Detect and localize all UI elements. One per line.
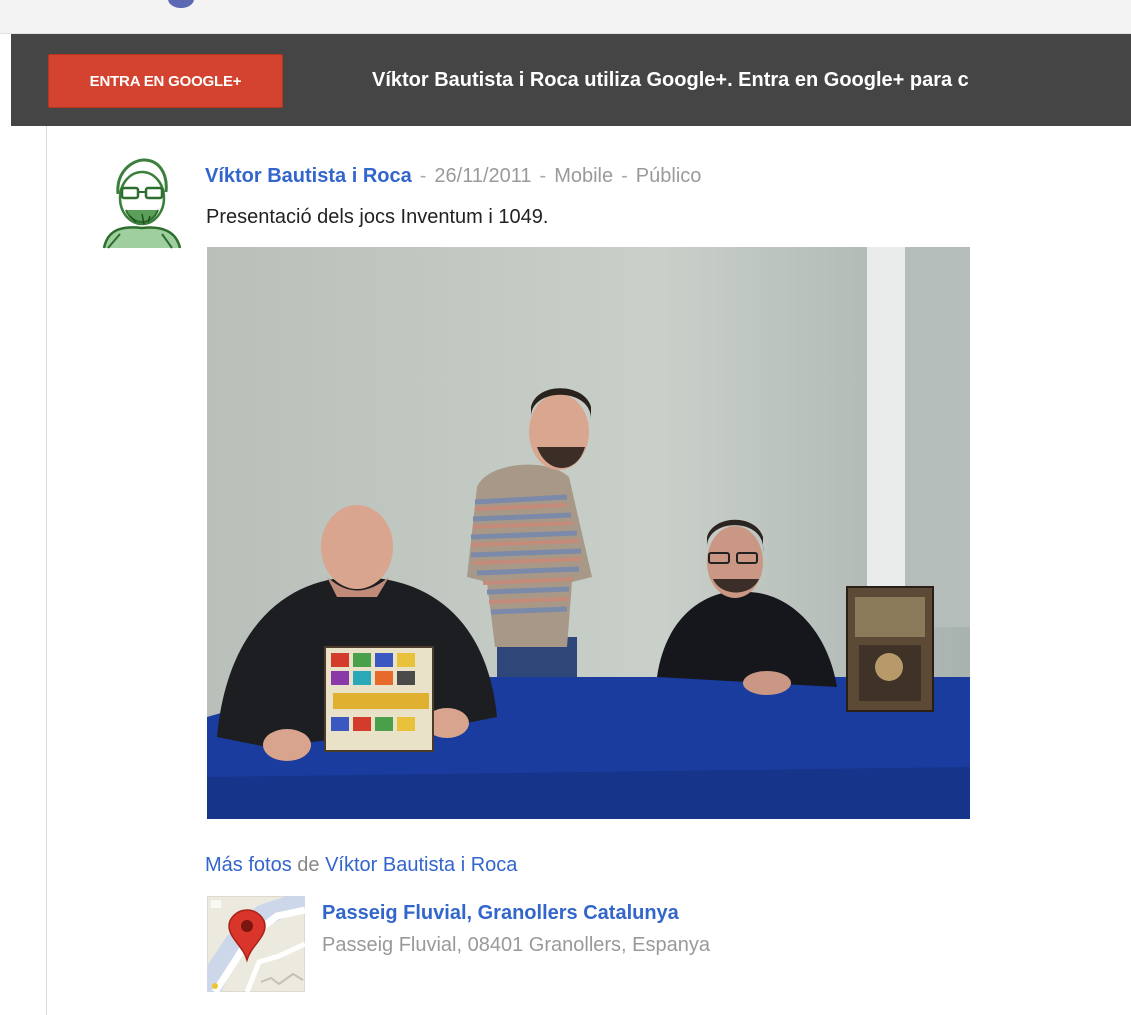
banner-message: Víktor Bautista i Roca utiliza Google+. … xyxy=(372,69,969,91)
sketch-portrait-avatar-icon xyxy=(98,154,184,250)
signin-banner: ENTRA EN GOOGLE+ Víktor Bautista i Roca … xyxy=(11,34,1131,126)
separator: - xyxy=(539,165,547,187)
post-body: Presentació dels jocs Inventum i 1049. xyxy=(206,206,549,228)
more-photos-connector: de xyxy=(297,854,320,876)
join-google-plus-button[interactable]: ENTRA EN GOOGLE+ xyxy=(48,54,283,108)
post-divider xyxy=(46,126,47,1015)
more-photos-author-link[interactable]: Víktor Bautista i Roca xyxy=(325,854,517,876)
place-name-link[interactable]: Passeig Fluvial, Granollers Catalunya xyxy=(322,902,679,925)
separator: - xyxy=(419,165,427,187)
place-map-thumbnail[interactable] xyxy=(206,895,307,994)
separator: - xyxy=(621,165,628,187)
post-header: Víktor Bautista i Roca -26/11/2011- Mobile… xyxy=(205,165,701,188)
post-source: Mobile xyxy=(554,165,614,187)
top-bar xyxy=(0,0,1131,34)
post-date[interactable]: 26/11/2011 xyxy=(434,165,531,187)
post-visibility: Público xyxy=(635,165,702,187)
more-photos-link[interactable]: Más fotos xyxy=(205,854,292,876)
author-link[interactable]: Víktor Bautista i Roca xyxy=(205,165,412,187)
more-photos: Más fotos de Víktor Bautista i Roca xyxy=(205,854,517,877)
place-address: Passeig Fluvial, 08401 Granollers, Espan… xyxy=(322,934,710,956)
photo-image xyxy=(207,247,970,819)
map-pin-icon xyxy=(206,895,307,994)
logo-fragment xyxy=(168,0,194,8)
avatar[interactable] xyxy=(98,154,184,250)
post-photo[interactable] xyxy=(207,247,970,819)
